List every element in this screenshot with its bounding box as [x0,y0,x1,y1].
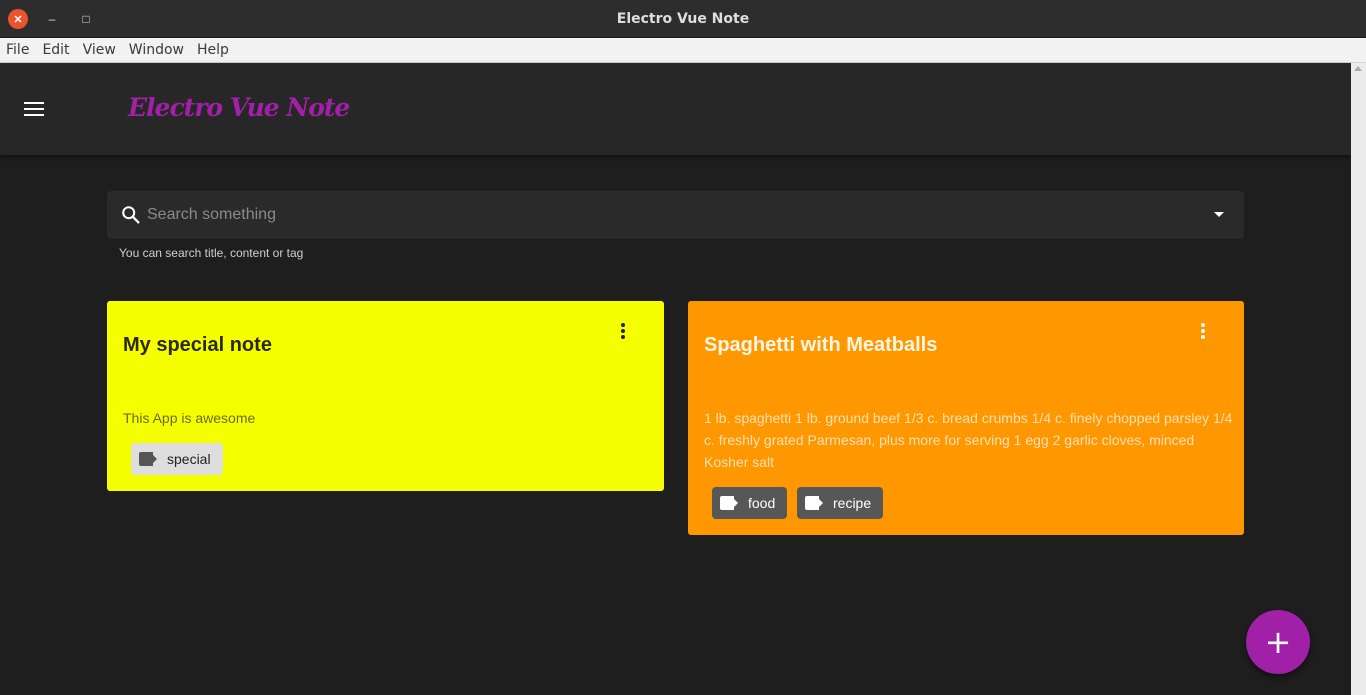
note-title: My special note [123,334,272,356]
more-vert-icon[interactable] [621,323,625,341]
note-card[interactable]: My special note This App is awesome spec… [107,301,664,491]
menu-bar: File Edit View Window Help [0,38,1366,63]
app-brand: Electro Vue Note [128,93,350,122]
tag-chip[interactable]: food [712,487,788,519]
menu-help[interactable]: Help [197,42,229,58]
tag-icon [805,496,825,510]
note-content: This App is awesome [123,410,256,426]
tag-label: food [748,495,776,511]
app-main: Electro Vue Note Search something You ca… [0,63,1351,695]
scrollbar[interactable] [1351,63,1366,695]
window-title: Electro Vue Note [616,11,750,27]
tag-icon [139,452,159,466]
menu-file[interactable]: File [6,42,29,58]
menu-window[interactable]: Window [129,42,184,58]
hamburger-icon[interactable] [24,102,44,116]
scroll-up-icon[interactable] [1354,66,1362,71]
menu-view[interactable]: View [83,42,116,58]
search-field[interactable]: Search something [107,191,1244,239]
tag-icon [720,496,740,510]
window-titlebar: ✕ – □ Electro Vue Note [0,0,1366,38]
note-title: Spaghetti with Meatballs [704,334,938,356]
menu-edit[interactable]: Edit [42,42,69,58]
note-card[interactable]: Spaghetti with Meatballs 1 lb. spaghetti… [688,301,1244,535]
search-hint: You can search title, content or tag [119,246,304,260]
app-bar: Electro Vue Note [0,63,1351,155]
plus-icon: + [1264,623,1292,661]
tag-chip[interactable]: special [131,443,223,475]
search-input[interactable]: Search something [147,206,276,224]
note-content: 1 lb. spaghetti 1 lb. ground beef 1/3 c.… [704,410,1233,470]
more-vert-icon[interactable] [1201,323,1205,341]
search-icon [122,206,140,224]
add-note-button[interactable]: + [1246,610,1310,674]
tag-chip[interactable]: recipe [797,487,884,519]
tag-label: recipe [833,495,872,511]
tag-label: special [167,451,211,467]
caret-down-icon[interactable] [1214,212,1224,217]
